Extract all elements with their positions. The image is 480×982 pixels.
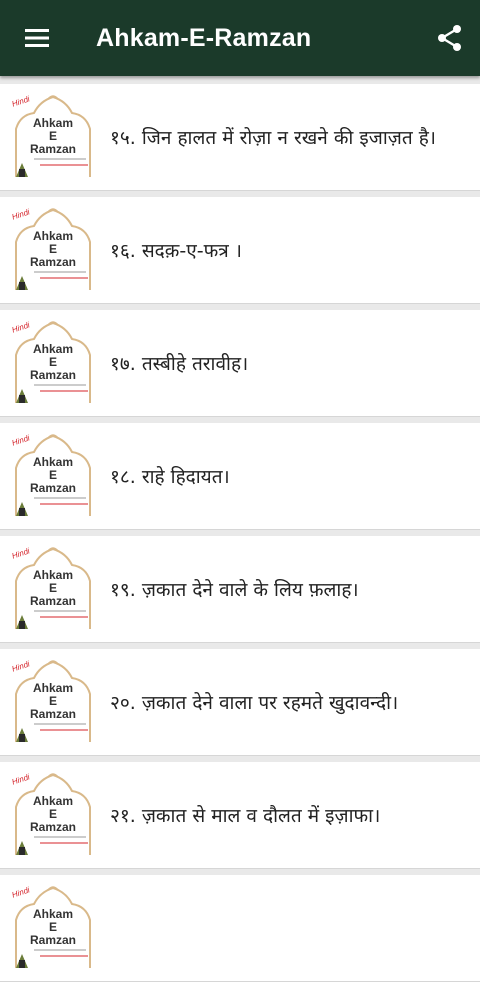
- svg-text:Ramzan: Ramzan: [30, 594, 76, 608]
- svg-text:E: E: [49, 242, 57, 256]
- list-item[interactable]: Hindi Ahkam E Ramzan: [0, 875, 480, 982]
- list-item-label: १७. तस्बीहे तरावीह।: [110, 353, 249, 375]
- svg-text:Ahkam: Ahkam: [33, 229, 73, 243]
- list-item[interactable]: Hindi Ahkam E Ramzan २०. ज़कात देने वाला…: [0, 649, 480, 756]
- svg-text:Ramzan: Ramzan: [30, 255, 76, 269]
- ahkam-e-ramzan-thumbnail: Hindi Ahkam E Ramzan: [10, 884, 96, 972]
- list-item-label: १६. सदक़-ए-फत्र ।: [110, 240, 242, 262]
- svg-text:E: E: [49, 807, 57, 821]
- chapter-list: Hindi Ahkam E Ramzan १५. जिन हालत में रो…: [0, 76, 480, 982]
- svg-text:Ramzan: Ramzan: [30, 481, 76, 495]
- svg-text:Ramzan: Ramzan: [30, 820, 76, 834]
- app-bar: Ahkam-E-Ramzan: [0, 0, 480, 76]
- list-item[interactable]: Hindi Ahkam E Ramzan १५. जिन हालत में रो…: [0, 84, 480, 191]
- ahkam-e-ramzan-thumbnail: Hindi Ahkam E Ramzan: [10, 206, 96, 294]
- svg-text:Ahkam: Ahkam: [33, 681, 73, 695]
- list-item-label: १८. राहे हिदायत।: [110, 466, 230, 488]
- svg-text:E: E: [49, 468, 57, 482]
- list-item-label: १५. जिन हालत में रोज़ा न रखने की इजाज़त …: [110, 127, 436, 149]
- share-icon: [438, 25, 461, 51]
- svg-text:E: E: [49, 694, 57, 708]
- ahkam-e-ramzan-thumbnail: Hindi Ahkam E Ramzan: [10, 93, 96, 181]
- list-item[interactable]: Hindi Ahkam E Ramzan १६. सदक़-ए-फत्र ।: [0, 197, 480, 304]
- svg-text:Ahkam: Ahkam: [33, 568, 73, 582]
- svg-text:Ramzan: Ramzan: [30, 368, 76, 382]
- svg-text:Ahkam: Ahkam: [33, 342, 73, 356]
- svg-text:Ramzan: Ramzan: [30, 142, 76, 156]
- svg-text:E: E: [49, 920, 57, 934]
- svg-text:E: E: [49, 581, 57, 595]
- svg-text:E: E: [49, 129, 57, 143]
- ahkam-e-ramzan-thumbnail: Hindi Ahkam E Ramzan: [10, 658, 96, 746]
- list-item[interactable]: Hindi Ahkam E Ramzan १९. ज़कात देने वाले…: [0, 536, 480, 643]
- svg-text:Ahkam: Ahkam: [33, 907, 73, 921]
- svg-text:Ramzan: Ramzan: [30, 933, 76, 947]
- menu-button[interactable]: [0, 0, 76, 76]
- list-item-label: २०. ज़कात देने वाला पर रहमते खुदावन्दी।: [110, 692, 399, 714]
- svg-text:Ahkam: Ahkam: [33, 794, 73, 808]
- ahkam-e-ramzan-thumbnail: Hindi Ahkam E Ramzan: [10, 319, 96, 407]
- svg-text:Ahkam: Ahkam: [33, 116, 73, 130]
- list-item[interactable]: Hindi Ahkam E Ramzan २१. ज़कात से माल व …: [0, 762, 480, 869]
- ahkam-e-ramzan-thumbnail: Hindi Ahkam E Ramzan: [10, 771, 96, 859]
- ahkam-e-ramzan-thumbnail: Hindi Ahkam E Ramzan: [10, 545, 96, 633]
- list-item[interactable]: Hindi Ahkam E Ramzan १७. तस्बीहे तरावीह।: [0, 310, 480, 417]
- share-button[interactable]: [430, 18, 470, 58]
- list-item-label: १९. ज़कात देने वाले के लिय फ़लाह।: [110, 579, 359, 601]
- ahkam-e-ramzan-thumbnail: Hindi Ahkam E Ramzan: [10, 432, 96, 520]
- hamburger-menu-icon: [25, 29, 49, 47]
- list-item-label: २१. ज़कात से माल व दौलत में इज़ाफा।: [110, 805, 381, 827]
- svg-text:Ramzan: Ramzan: [30, 707, 76, 721]
- app-title: Ahkam-E-Ramzan: [96, 23, 312, 52]
- list-item[interactable]: Hindi Ahkam E Ramzan १८. राहे हिदायत।: [0, 423, 480, 530]
- svg-text:Ahkam: Ahkam: [33, 455, 73, 469]
- svg-text:E: E: [49, 355, 57, 369]
